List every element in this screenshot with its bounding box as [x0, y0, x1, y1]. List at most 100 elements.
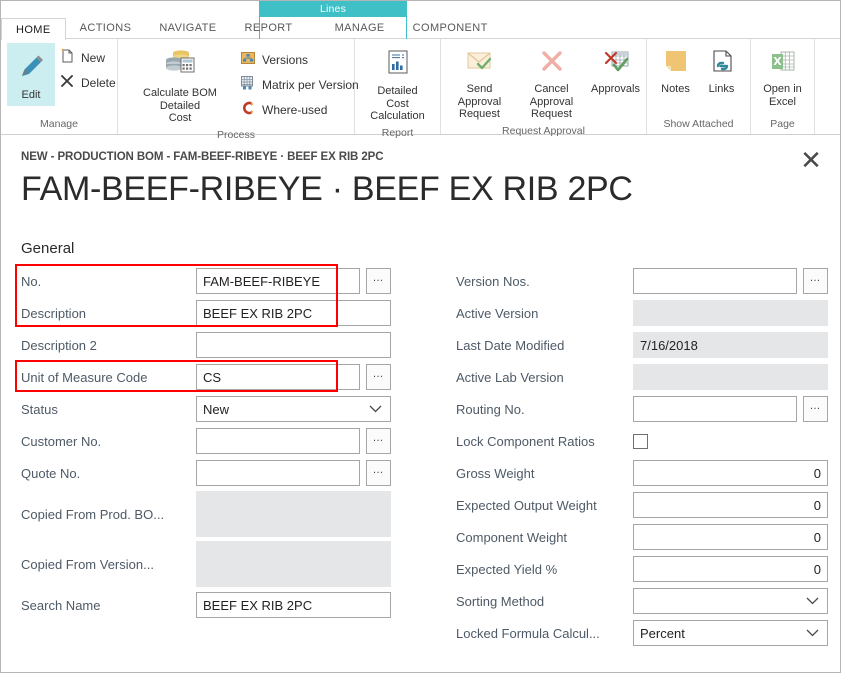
delete-button[interactable]: Delete: [55, 70, 124, 95]
routing-no-lookup-button[interactable]: …: [803, 396, 828, 422]
unit-of-measure-code-input[interactable]: CS: [196, 364, 360, 390]
edit-button[interactable]: Edit: [7, 43, 55, 106]
where-used-button[interactable]: Where-used: [236, 97, 367, 122]
description-input[interactable]: BEEF EX RIB 2PC: [196, 300, 391, 326]
close-icon[interactable]: ✕: [794, 143, 828, 177]
search-name-input[interactable]: BEEF EX RIB 2PC: [196, 592, 391, 618]
field-row-locked-formula-calculation: Locked Formula Calcul... Percent: [456, 617, 831, 649]
unit-of-measure-code-lookup-button[interactable]: …: [366, 364, 391, 390]
field-control-copied-from-prod-bom: [196, 491, 391, 537]
field-control-unit-of-measure-code: CS …: [196, 364, 391, 390]
field-label-description-2: Description 2: [21, 338, 196, 353]
field-control-active-lab-version: [633, 364, 828, 390]
active-version-value: [633, 300, 828, 326]
field-control-search-name: BEEF EX RIB 2PC: [196, 592, 391, 618]
matrix-per-version-button[interactable]: Matrix per Version: [236, 72, 367, 97]
matrix-per-version-label: Matrix per Version: [262, 78, 359, 92]
field-label-copied-from-prod-bom: Copied From Prod. BO...: [21, 507, 196, 522]
sorting-method-dropdown[interactable]: [633, 588, 828, 614]
tab-actions[interactable]: ACTIONS: [66, 17, 146, 39]
field-label-version-nos: Version Nos.: [456, 274, 633, 289]
cancel-approval-request-button[interactable]: Cancel Approval Request: [516, 43, 588, 125]
where-used-button-label: Where-used: [262, 103, 327, 117]
tab-component[interactable]: COMPONENT: [399, 17, 502, 39]
lock-component-ratios-checkbox[interactable]: [633, 434, 648, 449]
approvals-button[interactable]: Approvals: [588, 43, 644, 100]
no-input[interactable]: FAM-BEEF-RIBEYE: [196, 268, 360, 294]
tab-navigate[interactable]: NAVIGATE: [145, 17, 230, 39]
form-column-left: No. FAM-BEEF-RIBEYE … Description BEEF E…: [21, 265, 421, 621]
status-dropdown[interactable]: New: [196, 396, 391, 422]
field-row-active-version: Active Version: [456, 297, 831, 329]
quote-no-input[interactable]: [196, 460, 360, 486]
ribbon-group-label-page: Page: [751, 118, 814, 134]
version-nos-input[interactable]: [633, 268, 797, 294]
gross-weight-input[interactable]: 0: [633, 460, 828, 486]
quote-no-lookup-button[interactable]: …: [366, 460, 391, 486]
send-approval-request-button[interactable]: Send Approval Request: [444, 43, 516, 125]
form-column-right: Version Nos. … Active Version Last Date …: [456, 265, 831, 649]
new-button-label: New: [81, 51, 105, 65]
new-page-icon: [59, 48, 75, 67]
field-label-search-name: Search Name: [21, 598, 196, 613]
routing-no-input[interactable]: [633, 396, 797, 422]
field-row-version-nos: Version Nos. …: [456, 265, 831, 297]
field-label-status: Status: [21, 402, 196, 417]
field-label-active-version: Active Version: [456, 306, 633, 321]
notes-button[interactable]: Notes: [653, 43, 699, 100]
calculate-bom-detailed-cost-button[interactable]: Calculate BOM Detailed Cost: [124, 43, 236, 129]
field-control-locked-formula-calculation: Percent: [633, 620, 828, 646]
component-weight-input[interactable]: 0: [633, 524, 828, 550]
edit-button-label: Edit: [22, 89, 41, 102]
field-row-unit-of-measure-code: Unit of Measure Code CS …: [21, 361, 421, 393]
field-label-quote-no: Quote No.: [21, 466, 196, 481]
no-lookup-button[interactable]: …: [366, 268, 391, 294]
page-content: NEW - PRODUCTION BOM - FAM-BEEF-RIBEYE ·…: [1, 135, 840, 673]
field-control-last-date-modified: 7/16/2018: [633, 332, 828, 358]
tab-home[interactable]: HOME: [1, 18, 66, 40]
detailed-cost-calculation-button[interactable]: Detailed Cost Calculation: [361, 43, 435, 127]
field-label-active-lab-version: Active Lab Version: [456, 370, 633, 385]
pencil-icon: [16, 51, 46, 86]
links-icon: [709, 49, 735, 80]
approvals-icon: [601, 49, 631, 80]
field-control-active-version: [633, 300, 828, 326]
field-row-component-weight: Component Weight 0: [456, 521, 831, 553]
versions-button-label: Versions: [262, 53, 308, 67]
tab-report[interactable]: REPORT: [231, 17, 319, 39]
chevron-down-icon: [806, 594, 819, 609]
ribbon: Edit New: [1, 39, 840, 135]
description-2-input[interactable]: [196, 332, 391, 358]
copied-from-version-input: [196, 541, 391, 587]
field-row-search-name: Search Name BEEF EX RIB 2PC: [21, 589, 421, 621]
field-row-active-lab-version: Active Lab Version: [456, 361, 831, 393]
tab-manage[interactable]: MANAGE: [319, 17, 399, 39]
expected-yield-pct-input[interactable]: 0: [633, 556, 828, 582]
ribbon-group-label-manage: Manage: [1, 118, 117, 134]
breadcrumb: NEW - PRODUCTION BOM - FAM-BEEF-RIBEYE ·…: [21, 151, 383, 163]
customer-no-input[interactable]: [196, 428, 360, 454]
locked-formula-calculation-value: Percent: [640, 626, 685, 641]
expected-output-weight-input[interactable]: 0: [633, 492, 828, 518]
field-row-copied-from-prod-bom: Copied From Prod. BO...: [21, 489, 421, 539]
open-in-excel-label: Open in Excel: [763, 83, 802, 108]
links-button[interactable]: Links: [699, 43, 745, 100]
version-nos-lookup-button[interactable]: …: [803, 268, 828, 294]
new-button[interactable]: New: [55, 45, 124, 70]
send-approval-icon: [465, 49, 495, 80]
field-label-copied-from-version: Copied From Version...: [21, 557, 196, 572]
versions-button[interactable]: Versions: [236, 47, 367, 72]
field-control-gross-weight: 0: [633, 460, 828, 486]
process-small-buttons: Versions: [236, 43, 367, 122]
calculate-cost-icon: [163, 47, 197, 84]
field-control-version-nos: …: [633, 268, 828, 294]
calculate-bom-detailed-cost-label: Calculate BOM Detailed Cost: [130, 87, 230, 125]
ribbon-group-request-approval: Send Approval Request Cancel Approval Re…: [441, 39, 647, 134]
field-label-routing-no: Routing No.: [456, 402, 633, 417]
field-control-sorting-method: [633, 588, 828, 614]
open-in-excel-button[interactable]: X Open in Excel: [755, 43, 811, 112]
cancel-approval-request-label: Cancel Approval Request: [522, 83, 582, 121]
customer-no-lookup-button[interactable]: …: [366, 428, 391, 454]
notes-icon: [663, 49, 689, 80]
locked-formula-calculation-dropdown[interactable]: Percent: [633, 620, 828, 646]
